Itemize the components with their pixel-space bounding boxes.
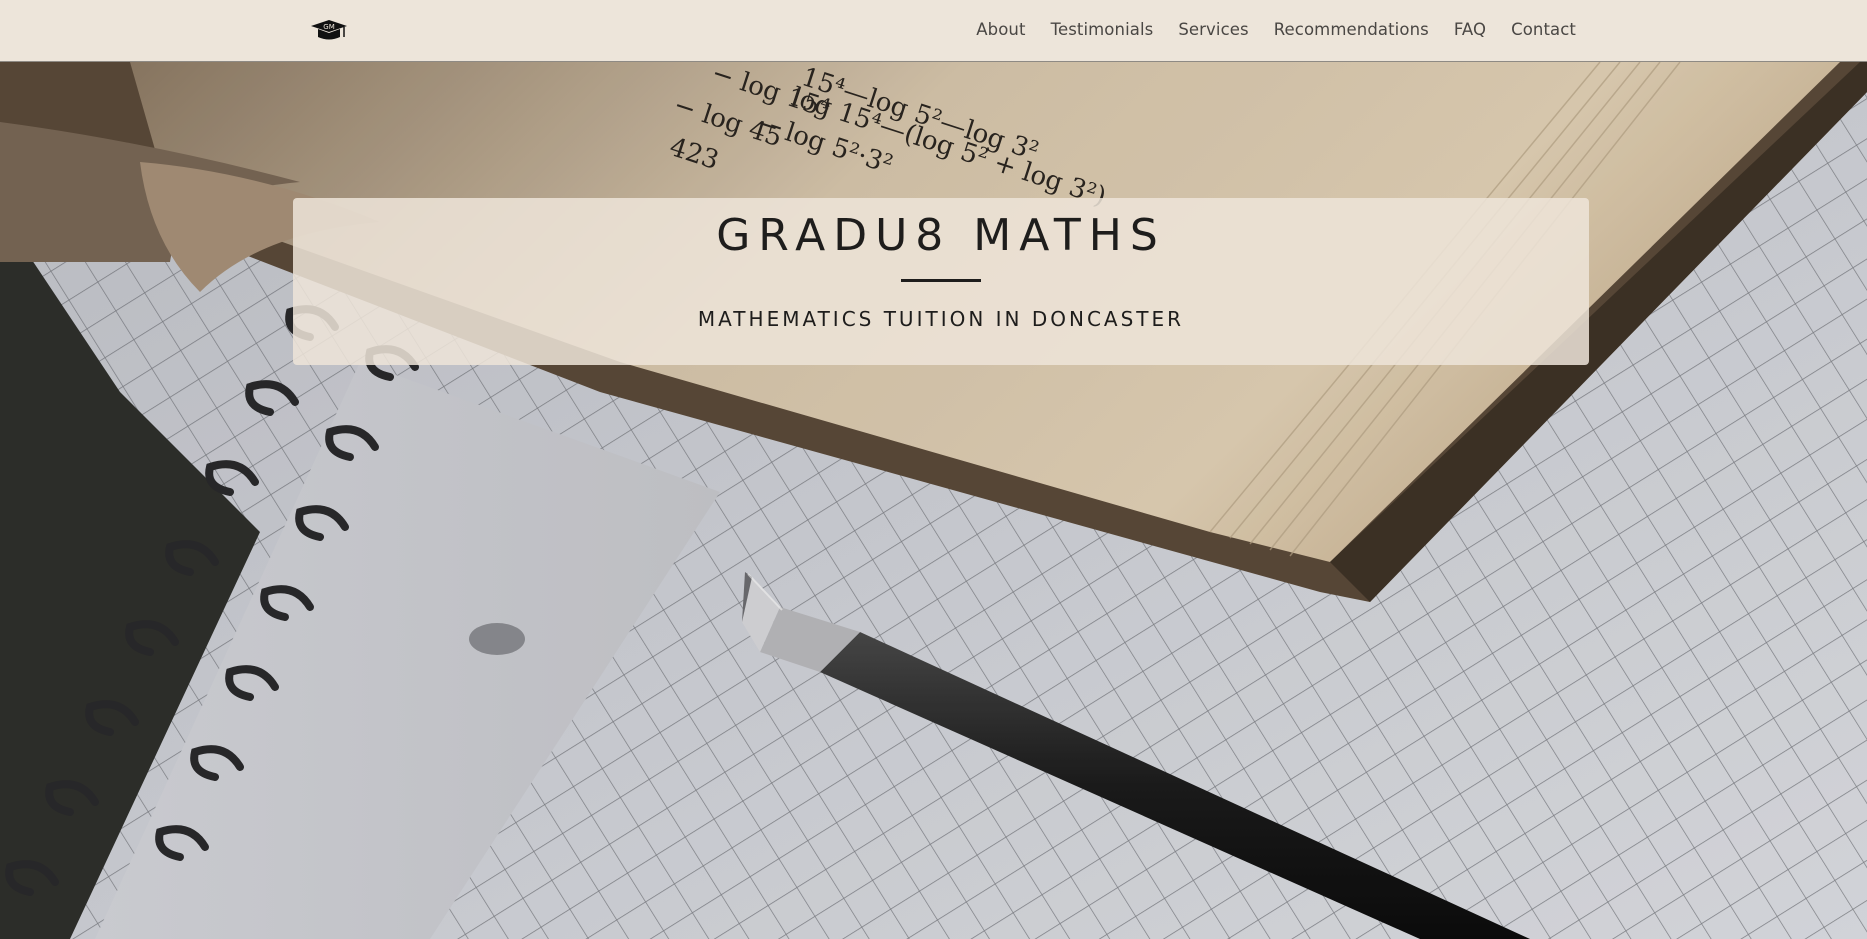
site-subtitle: MATHEMATICS TUITION IN DONCASTER — [697, 307, 1185, 331]
hero-background: 15⁴—log 5²—log 3² log 15⁴—(log 5² + log … — [0, 62, 1867, 939]
nav-link-about[interactable]: About — [976, 20, 1025, 39]
nav-link-services[interactable]: Services — [1178, 20, 1248, 39]
nav-link-faq[interactable]: FAQ — [1454, 20, 1486, 39]
nav-link-recommendations[interactable]: Recommendations — [1274, 20, 1429, 39]
nav-link-contact[interactable]: Contact — [1511, 20, 1576, 39]
title-divider — [901, 279, 981, 282]
navbar: GM About Testimonials Services Recommend… — [0, 0, 1867, 62]
nav-menu: About Testimonials Services Recommendati… — [951, 0, 1576, 58]
site-title: GRADU8 MATHS — [716, 210, 1166, 261]
hero-title-panel: GRADU8 MATHS MATHEMATICS TUITION IN DONC… — [293, 198, 1589, 365]
nav-link-testimonials[interactable]: Testimonials — [1051, 20, 1154, 39]
graduation-cap-icon[interactable]: GM — [309, 17, 349, 43]
page: 15⁴—log 5²—log 3² log 15⁴—(log 5² + log … — [0, 0, 1867, 939]
logo-text: GM — [323, 23, 334, 31]
